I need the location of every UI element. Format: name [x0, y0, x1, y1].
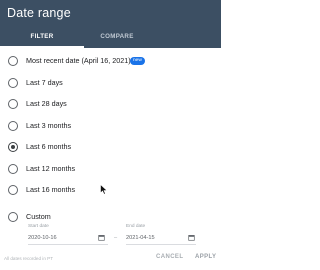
start-date-input[interactable]: 2020-10-16: [28, 235, 57, 241]
timezone-note: All dates recorded in PT: [4, 256, 54, 261]
option-most-recent-date[interactable]: Most recent date (April 16, 2021) new: [0, 52, 221, 72]
option-label: Last 6 months: [26, 142, 72, 151]
option-last-28-days[interactable]: Last 28 days: [0, 95, 221, 115]
active-tab-indicator: [0, 46, 84, 48]
option-last-12-months[interactable]: Last 12 months: [0, 160, 221, 180]
cancel-button[interactable]: CANCEL: [156, 254, 183, 260]
radio-button[interactable]: [8, 77, 18, 88]
radio-button[interactable]: [8, 120, 18, 131]
calendar-icon[interactable]: [188, 234, 195, 241]
option-last-16-months[interactable]: Last 16 months: [0, 181, 221, 201]
radio-button[interactable]: [8, 185, 18, 195]
option-last-3-months[interactable]: Last 3 months: [0, 117, 221, 137]
range-separator: –: [114, 235, 118, 241]
radio-button[interactable]: [8, 163, 18, 174]
radio-button[interactable]: [8, 56, 18, 66]
start-date-underline: [28, 244, 108, 245]
tab-bar: FILTER COMPARE: [0, 26, 221, 48]
radio-button[interactable]: [8, 212, 18, 222]
tab-filter[interactable]: FILTER: [0, 26, 84, 48]
mouse-pointer-icon: [100, 184, 108, 195]
option-label: Last 12 months: [26, 163, 76, 173]
new-badge: new: [130, 57, 145, 65]
option-label: Last 16 months: [26, 185, 76, 194]
option-label: Most recent date (April 16, 2021): [26, 56, 131, 65]
tab-compare[interactable]: COMPARE: [75, 26, 159, 48]
dialog-footer: All dates recorded in PT CANCEL APPLY: [0, 248, 221, 270]
dialog-header: Date range FILTER COMPARE: [0, 0, 221, 48]
option-label: Custom: [26, 212, 51, 221]
start-date-label: Start date: [28, 224, 49, 229]
option-last-7-days[interactable]: Last 7 days: [0, 74, 221, 94]
option-label: Last 28 days: [26, 99, 67, 108]
radio-button-selected[interactable]: [8, 142, 18, 152]
option-label: Last 7 days: [26, 77, 63, 87]
calendar-icon[interactable]: [98, 234, 105, 241]
option-label: Last 3 months: [26, 120, 72, 130]
end-date-input[interactable]: 2021-04-15: [126, 235, 155, 241]
end-date-label: End date: [126, 224, 146, 229]
option-last-6-months[interactable]: Last 6 months: [0, 138, 221, 158]
apply-button[interactable]: APPLY: [195, 254, 216, 260]
end-date-underline: [126, 244, 196, 245]
dialog-title: Date range: [7, 6, 71, 20]
radio-button[interactable]: [8, 99, 18, 109]
